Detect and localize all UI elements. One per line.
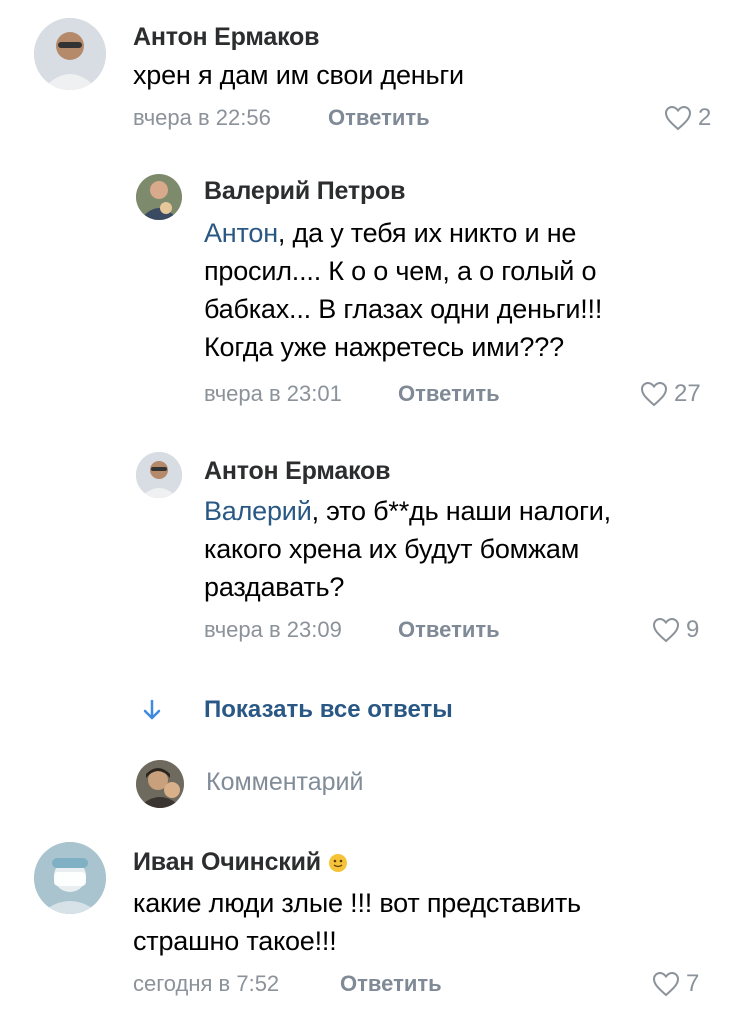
like-button[interactable]: 27 <box>640 380 701 408</box>
comment-timestamp: сегодня в 7:52 <box>133 971 280 996</box>
like-button[interactable]: 7 <box>652 970 699 998</box>
comment-text: хрен я дам им свои деньги <box>133 56 464 94</box>
comment-text: какие люди злые !!! вот представить стра… <box>133 884 581 960</box>
comment-text-line: раздавать? <box>204 572 345 602</box>
comment-text-line: просил.... К о о чем, а о голый о <box>204 256 597 286</box>
comment-author[interactable]: Иван Очинский <box>133 847 349 877</box>
comment-text: Валерий, это б**дь наши налоги, какого х… <box>204 492 611 606</box>
mention-link[interactable]: Антон <box>204 218 278 248</box>
comment-author[interactable]: Валерий Петров <box>204 176 405 206</box>
avatar[interactable] <box>34 18 106 90</box>
like-button[interactable]: 9 <box>652 616 699 644</box>
reply-button[interactable]: Ответить <box>398 616 500 644</box>
like-count: 27 <box>674 380 701 407</box>
comment-text-line: какие люди злые !!! вот представить <box>133 888 581 918</box>
comment-text-line: Валерий, это б**дь наши налоги, <box>204 496 611 526</box>
heart-icon <box>652 617 680 643</box>
mention-link[interactable]: Валерий <box>204 496 312 526</box>
avatar[interactable] <box>136 452 182 498</box>
show-all-replies-label: Показать все ответы <box>204 696 453 723</box>
reply-button[interactable]: Ответить <box>328 104 430 132</box>
comment-timestamp: вчера в 23:09 <box>204 617 342 642</box>
like-button[interactable]: 2 <box>664 104 711 132</box>
show-all-replies-button[interactable]: Показать все ответы <box>140 692 453 728</box>
comment-text-line: Антон, да у тебя их никто и не <box>204 218 577 248</box>
heart-icon <box>640 381 668 407</box>
like-count: 2 <box>698 104 712 131</box>
comment-text: Антон, да у тебя их никто и не просил...… <box>204 214 602 366</box>
avatar[interactable] <box>136 174 182 220</box>
reply-button[interactable]: Ответить <box>340 970 442 998</box>
comment-text-line: Когда уже нажретесь ими??? <box>204 332 564 362</box>
comment-author[interactable]: Антон Ермаков <box>133 22 319 52</box>
comment-text-line: хрен я дам им свои деньги <box>133 60 464 90</box>
avatar <box>136 760 184 808</box>
emoji-icon <box>328 854 347 873</box>
like-count: 7 <box>686 970 700 997</box>
reply-button[interactable]: Ответить <box>398 380 500 408</box>
comment-timestamp: вчера в 23:01 <box>204 381 342 406</box>
heart-icon <box>652 971 680 997</box>
comment-text-line: бабках... В глазах одни деньги!!! <box>204 294 603 324</box>
comment-author[interactable]: Антон Ермаков <box>204 456 390 486</box>
like-count: 9 <box>686 616 700 643</box>
arrow-down-icon <box>143 699 161 720</box>
comment-text-line: страшно такое!!! <box>133 926 337 956</box>
comment-text-line: какого хрена их будут бомжам <box>204 534 580 564</box>
comment-input-placeholder: Комментарий <box>206 768 364 796</box>
avatar[interactable] <box>34 842 106 914</box>
comment-timestamp: вчера в 22:56 <box>133 105 271 130</box>
heart-icon <box>664 105 692 131</box>
comment-input[interactable]: Комментарий <box>0 758 742 810</box>
